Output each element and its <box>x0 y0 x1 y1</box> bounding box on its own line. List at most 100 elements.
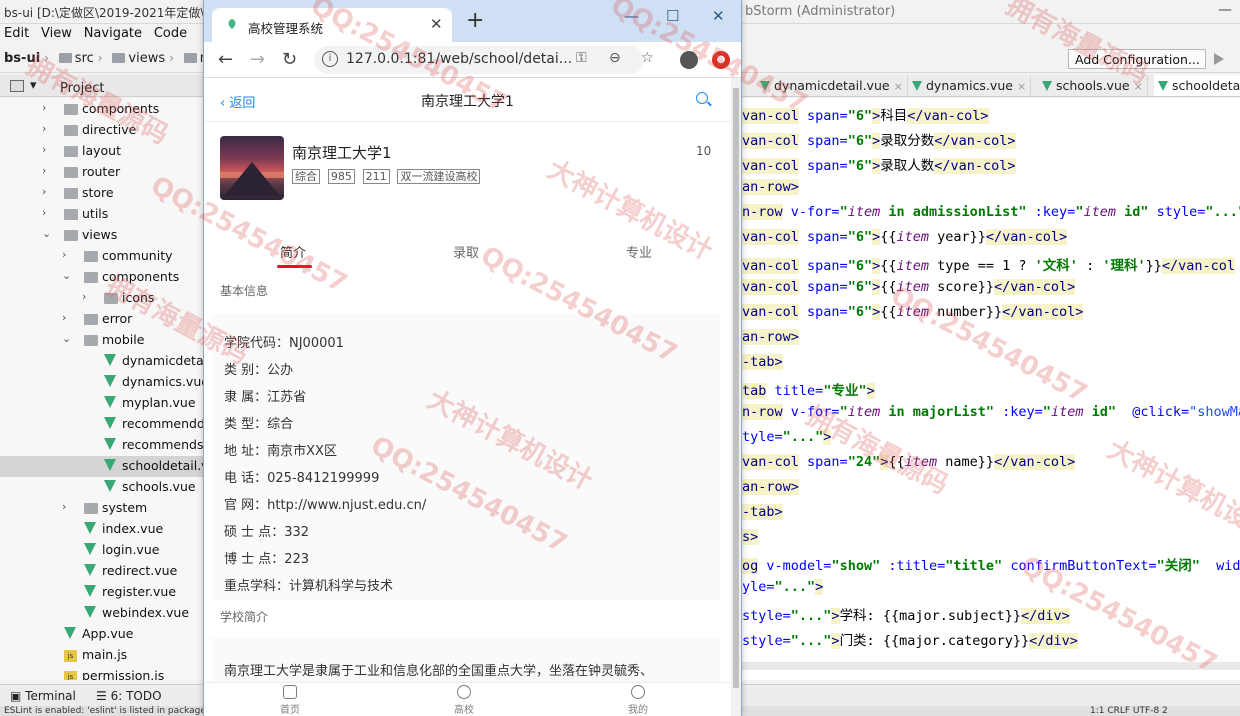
tree-item[interactable]: dynamics.vue <box>0 372 205 393</box>
close-icon[interactable]: × <box>1017 80 1026 93</box>
menu-edit[interactable]: Edit <box>0 24 33 43</box>
chevron-right-icon[interactable]: › <box>42 101 52 114</box>
tree-item[interactable]: register.vue <box>0 582 205 603</box>
tabbar-home[interactable]: 首页 <box>260 685 320 716</box>
ide-title-right: bStorm (Administrator) <box>745 4 896 19</box>
tree-item[interactable]: myplan.vue <box>0 393 205 414</box>
editor-tab-dynamicdetail[interactable]: dynamicdetail.vue × <box>756 75 908 96</box>
chevron-down-icon[interactable]: ⌄ <box>62 269 72 282</box>
tabbar-mine[interactable]: 我的 <box>608 685 668 716</box>
chevron-right-icon[interactable]: › <box>62 311 72 324</box>
browser-vertical-scrollbar[interactable] <box>731 78 741 716</box>
chevron-right-icon[interactable]: › <box>62 248 72 261</box>
menu-code[interactable]: Code <box>150 24 191 43</box>
folder-icon <box>64 230 78 241</box>
terminal-tab[interactable]: ▣ Terminal <box>10 689 76 703</box>
breadcrumb-views[interactable]: views <box>108 45 167 66</box>
breadcrumb-project[interactable]: bs-ui <box>0 45 42 66</box>
editor-horizontal-scrollbar[interactable] <box>742 662 1240 670</box>
editor-tab-schools[interactable]: schools.vue × <box>1038 75 1148 96</box>
close-icon[interactable]: × <box>1134 80 1143 93</box>
tree-item[interactable]: schooldetail.vu <box>0 456 205 477</box>
tree-item[interactable]: js permission.js <box>0 666 205 680</box>
window-close-icon[interactable]: ✕ <box>712 7 725 25</box>
add-configuration-button[interactable]: Add Configuration... <box>1068 49 1206 69</box>
code-token: "关闭" <box>1156 558 1200 574</box>
ide-minimize-icon[interactable]: — <box>1218 2 1232 18</box>
bookmark-star-icon[interactable]: ☆ <box>641 50 654 66</box>
tree-item[interactable]: › error <box>0 309 205 330</box>
site-info-icon[interactable]: i <box>322 51 338 67</box>
todo-tab[interactable]: ☰ 6: TODO <box>96 689 162 703</box>
tree-item[interactable]: webindex.vue <box>0 603 205 624</box>
tree-item[interactable]: › utils <box>0 204 205 225</box>
tree-item[interactable]: › system <box>0 498 205 519</box>
tab-admission[interactable]: 录取 <box>453 242 479 261</box>
tab-close-icon[interactable]: ✕ <box>430 15 443 33</box>
tabbar-schools[interactable]: 高校 <box>434 685 494 716</box>
code-token: number}} <box>929 304 1003 320</box>
address-bar[interactable]: i 127.0.0.1:81/web/school/detai... <box>314 46 644 74</box>
window-minimize-icon[interactable]: — <box>624 7 639 25</box>
menu-view[interactable]: View <box>37 24 76 43</box>
tab-majors[interactable]: 专业 <box>626 242 652 261</box>
profile-avatar-icon[interactable] <box>680 51 698 69</box>
chevron-down-icon[interactable]: ⌄ <box>42 227 52 240</box>
chevron-down-icon[interactable]: ⌄ <box>62 332 72 345</box>
tree-item[interactable]: ⌄ mobile <box>0 330 205 351</box>
run-icon[interactable] <box>1214 53 1224 65</box>
intro-text: 南京理工大学是隶属于工业和信息化部的全国重点大学，坐落在钟灵毓秀、 <box>224 664 654 679</box>
chevron-right-icon[interactable]: › <box>42 143 52 156</box>
tree-item[interactable]: › router <box>0 162 205 183</box>
info-website[interactable]: 官 网：http://www.njust.edu.cn/ <box>224 494 426 513</box>
code-token: style= <box>1156 204 1206 220</box>
tree-item[interactable]: recommends.v <box>0 435 205 456</box>
tab-intro[interactable]: 简介 <box>280 242 306 261</box>
zoom-icon[interactable]: ⊖ <box>609 50 621 66</box>
back-arrow-icon[interactable]: ← <box>218 49 233 70</box>
chevron-right-icon[interactable]: › <box>82 290 92 303</box>
tree-item[interactable]: › directive <box>0 120 205 141</box>
code-token: v-for= <box>790 204 840 220</box>
tree-item[interactable]: schools.vue <box>0 477 205 498</box>
browser-titlebar: 高校管理系统 ✕ + — ☐ ✕ <box>204 0 741 42</box>
tree-item[interactable]: App.vue <box>0 624 205 645</box>
window-maximize-icon[interactable]: ☐ <box>666 7 679 25</box>
tree-item[interactable]: ⌄ components <box>0 267 205 288</box>
chevron-right-icon[interactable]: › <box>42 206 52 219</box>
browser-tab[interactable]: 高校管理系统 ✕ <box>212 8 452 42</box>
editor-tab-dynamics[interactable]: dynamics.vue × <box>908 75 1032 96</box>
chevron-right-icon[interactable]: › <box>42 122 52 135</box>
tree-item[interactable]: › store <box>0 183 205 204</box>
search-icon[interactable] <box>696 92 708 104</box>
menu-navigate[interactable]: Navigate <box>80 24 146 43</box>
tree-item[interactable]: › components <box>0 99 205 120</box>
vue-file-icon <box>1042 81 1052 91</box>
code-token: "title" <box>945 558 1003 574</box>
tree-item[interactable]: js main.js <box>0 645 205 666</box>
tree-item[interactable]: redirect.vue <box>0 561 205 582</box>
extension-icon[interactable]: ● <box>712 51 730 69</box>
editor-tab-schooldetail[interactable]: schooldetail <box>1154 75 1240 96</box>
code-editor[interactable]: van-col span="6">科目</van-col> van-col spa… <box>742 98 1240 680</box>
tree-item[interactable]: › community <box>0 246 205 267</box>
chevron-right-icon[interactable]: › <box>42 164 52 177</box>
tree-item[interactable]: dynamicdetail. <box>0 351 205 372</box>
tree-item[interactable]: recommendde <box>0 414 205 435</box>
new-tab-button[interactable]: + <box>466 10 484 32</box>
tree-item[interactable]: index.vue <box>0 519 205 540</box>
tree-item[interactable]: login.vue <box>0 540 205 561</box>
chevron-right-icon[interactable]: › <box>42 185 52 198</box>
project-panel-header[interactable]: Project ▾ <box>0 75 205 97</box>
breadcrumb-src[interactable]: src <box>55 45 96 66</box>
tree-item[interactable]: › layout <box>0 141 205 162</box>
close-icon[interactable]: × <box>894 80 903 93</box>
key-icon[interactable]: ⚿ <box>576 50 587 66</box>
breadcrumb-mobile[interactable]: mo <box>180 45 205 66</box>
chevron-right-icon[interactable]: › <box>62 500 72 513</box>
tree-item[interactable]: › icons <box>0 288 205 309</box>
reload-icon[interactable]: ↻ <box>282 49 297 70</box>
tree-item[interactable]: ⌄ views <box>0 225 205 246</box>
forward-arrow-icon[interactable]: → <box>250 49 265 70</box>
scrollbar-thumb[interactable] <box>733 88 739 688</box>
